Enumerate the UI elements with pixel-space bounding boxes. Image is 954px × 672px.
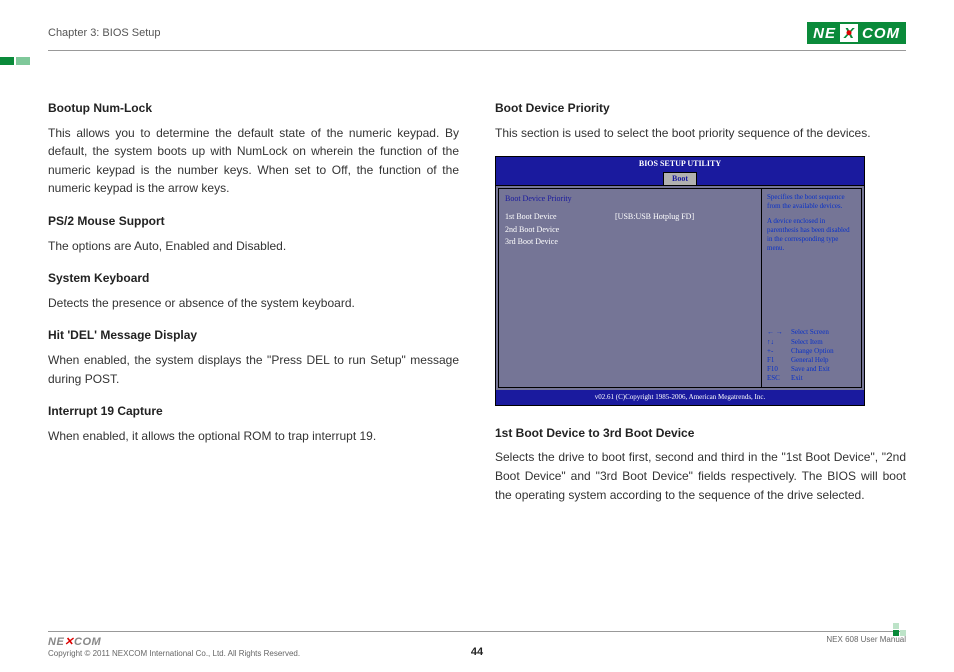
bios-label: 2nd Boot Device (505, 224, 615, 236)
nexcom-logo: NE X COM (807, 22, 906, 44)
bios-help-pane: Specifies the boot sequence from the ava… (762, 188, 862, 388)
bios-tab-bar: Boot (496, 172, 864, 185)
logo-x-icon: X (840, 22, 858, 44)
logo-com: COM (858, 25, 904, 42)
body-text: When enabled, the system displays the "P… (48, 351, 459, 388)
heading-interrupt-19: Interrupt 19 Capture (48, 402, 459, 421)
bios-row-1st: 1st Boot Device [USB:USB Hotplug FD] (505, 211, 755, 223)
body-text: The options are Auto, Enabled and Disabl… (48, 237, 459, 256)
manual-name: NEX 608 User Manual (826, 635, 906, 644)
bios-row-2nd: 2nd Boot Device (505, 224, 755, 236)
heading-boot-devices: 1st Boot Device to 3rd Boot Device (495, 424, 906, 443)
bios-main-pane: Boot Device Priority 1st Boot Device [US… (498, 188, 762, 388)
footer-accent-icon (893, 623, 906, 636)
body-text: This allows you to determine the default… (48, 124, 459, 198)
body-text: This section is used to select the boot … (495, 124, 906, 143)
page-header: Chapter 3: BIOS Setup NE X COM (48, 22, 906, 51)
bios-screenshot: BIOS SETUP UTILITY Boot Boot Device Prio… (495, 156, 865, 406)
bios-help-text: Specifies the boot sequence from the ava… (767, 193, 856, 211)
bios-help-text: A device enclosed in parenthesis has bee… (767, 217, 856, 253)
header-accent-icon (0, 57, 906, 65)
bios-label: 3rd Boot Device (505, 236, 615, 248)
bios-tab-boot: Boot (663, 172, 697, 185)
bios-label: 1st Boot Device (505, 211, 615, 223)
page-number: 44 (471, 646, 483, 658)
bios-key-legend: ← →Select Screen ↑↓Select Item +-Change … (767, 328, 856, 383)
logo-ne: NE (809, 25, 840, 42)
bios-section-heading: Boot Device Priority (505, 193, 755, 205)
heading-system-keyboard: System Keyboard (48, 269, 459, 288)
bios-title: BIOS SETUP UTILITY (496, 157, 864, 171)
heading-del-message: Hit 'DEL' Message Display (48, 326, 459, 345)
body-text: When enabled, it allows the optional ROM… (48, 427, 459, 446)
copyright-text: Copyright © 2011 NEXCOM International Co… (48, 649, 300, 658)
right-column: Boot Device Priority This section is use… (495, 99, 906, 510)
bios-copyright: v02.61 (C)Copyright 1985-2006, American … (496, 390, 864, 405)
bios-row-3rd: 3rd Boot Device (505, 236, 755, 248)
heading-bootup-numlock: Bootup Num-Lock (48, 99, 459, 118)
nexcom-logo-small: NE✕COM (48, 635, 300, 647)
body-text: Detects the presence or absence of the s… (48, 294, 459, 313)
content-columns: Bootup Num-Lock This allows you to deter… (48, 99, 906, 510)
body-text: Selects the drive to boot first, second … (495, 448, 906, 504)
heading-boot-priority: Boot Device Priority (495, 99, 906, 118)
bios-value: [USB:USB Hotplug FD] (615, 211, 694, 223)
chapter-title: Chapter 3: BIOS Setup (48, 27, 161, 39)
left-column: Bootup Num-Lock This allows you to deter… (48, 99, 459, 510)
heading-ps2-mouse: PS/2 Mouse Support (48, 212, 459, 231)
